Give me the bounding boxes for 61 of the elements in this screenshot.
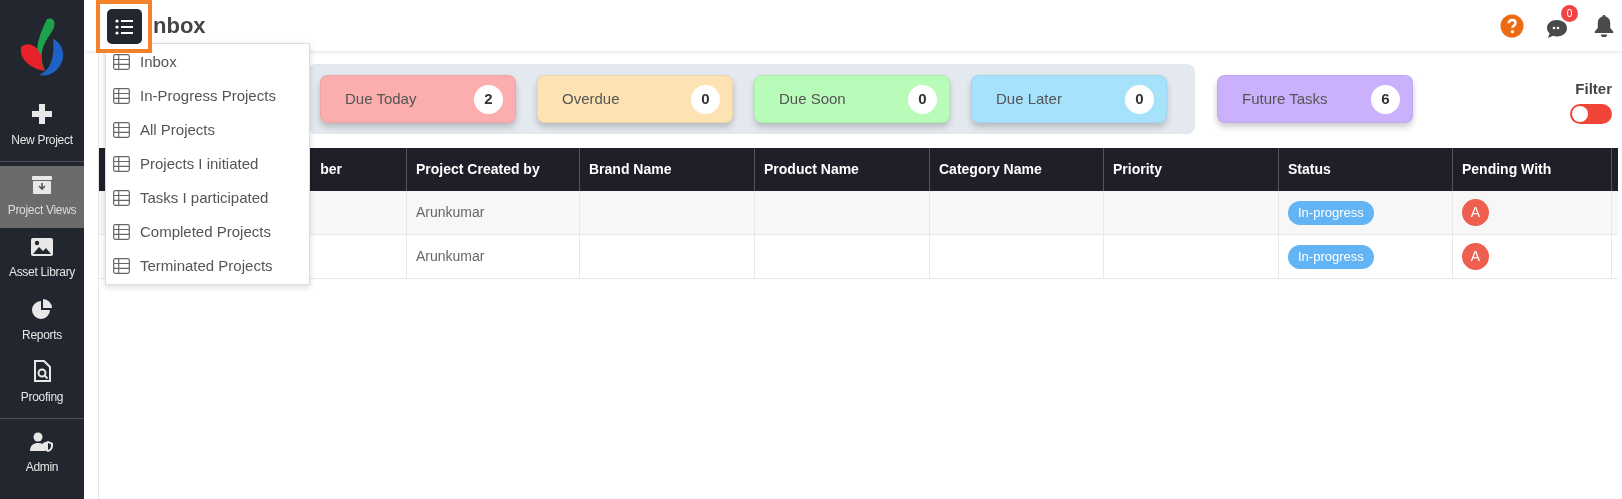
bell-icon[interactable] (1594, 14, 1614, 37)
filter-label: Filter (1575, 79, 1612, 99)
document-search-icon (33, 360, 51, 382)
image-icon (30, 237, 54, 257)
card-label: Due Later (996, 88, 1062, 109)
dropdown-item[interactable]: Projects I initiated (106, 147, 309, 181)
sidebar-item[interactable]: Asset Library (0, 228, 84, 290)
card-label: Due Soon (779, 88, 846, 109)
task-count-card[interactable]: Due Soon 0 (754, 75, 950, 123)
plus-icon (31, 103, 53, 125)
table-icon (113, 156, 130, 172)
pie-chart-icon (31, 298, 53, 320)
menu-button[interactable] (96, 0, 152, 53)
sidebar-item[interactable]: Proofing (0, 352, 84, 414)
task-count-card[interactable]: Due Later 0 (971, 75, 1167, 123)
table-icon (113, 88, 130, 104)
count-badge: 6 (1371, 84, 1400, 114)
list-icon (115, 18, 133, 35)
count-badge: 2 (474, 84, 503, 114)
help-icon[interactable] (1500, 13, 1524, 38)
status-badge: In-progress (1288, 200, 1374, 225)
card-label: Overdue (562, 88, 620, 109)
sidebar-label: Reports (22, 327, 62, 344)
dropdown-item[interactable]: In-Progress Projects (106, 79, 309, 113)
table-icon (113, 190, 130, 206)
status-badge: In-progress (1288, 244, 1374, 269)
dropdown-item[interactable]: Terminated Projects (106, 249, 309, 283)
task-count-card[interactable]: Future Tasks 6 (1217, 75, 1413, 123)
table-cell-text: Arunkumar (416, 247, 485, 266)
card-label: Future Tasks (1242, 88, 1328, 109)
count-badge: 0 (1125, 84, 1154, 114)
dropdown-item[interactable]: All Projects (106, 113, 309, 147)
task-count-card[interactable]: Due Today 2 (320, 75, 516, 123)
sidebar-item[interactable]: Reports (0, 290, 84, 352)
count-badge: 0 (908, 84, 937, 114)
table-cell-text: Arunkumar (416, 203, 485, 222)
sidebar-label: Asset Library (8, 264, 76, 281)
chat-count-badge: 0 (1561, 4, 1578, 22)
user-shield-icon (30, 432, 54, 452)
table-icon (113, 54, 130, 70)
sidebar-label: Project Views (7, 202, 77, 219)
archive-icon (31, 175, 53, 195)
chat-icon[interactable] (1546, 18, 1568, 39)
sidebar-item[interactable]: Project Views (0, 166, 84, 228)
count-badge: 0 (691, 84, 720, 114)
table-icon (113, 258, 130, 274)
user-avatar: A (1462, 243, 1489, 270)
user-avatar: A (1462, 199, 1489, 226)
sidebar-label: New Project (11, 132, 73, 149)
task-count-card[interactable]: Overdue 0 (537, 75, 733, 123)
table-icon (113, 224, 130, 240)
sidebar-label: Admin (25, 459, 59, 476)
card-label: Due Today (345, 88, 417, 109)
dropdown-item[interactable]: Inbox (106, 45, 309, 79)
sidebar-item[interactable]: New Project (0, 95, 84, 157)
table-icon (113, 122, 130, 138)
page-title: nbox (153, 12, 206, 40)
sidebar-item[interactable]: Admin (0, 423, 84, 485)
dropdown-item[interactable]: Completed Projects (106, 215, 309, 249)
sidebar-label: Proofing (20, 389, 64, 406)
filter-toggle[interactable] (1570, 103, 1612, 124)
